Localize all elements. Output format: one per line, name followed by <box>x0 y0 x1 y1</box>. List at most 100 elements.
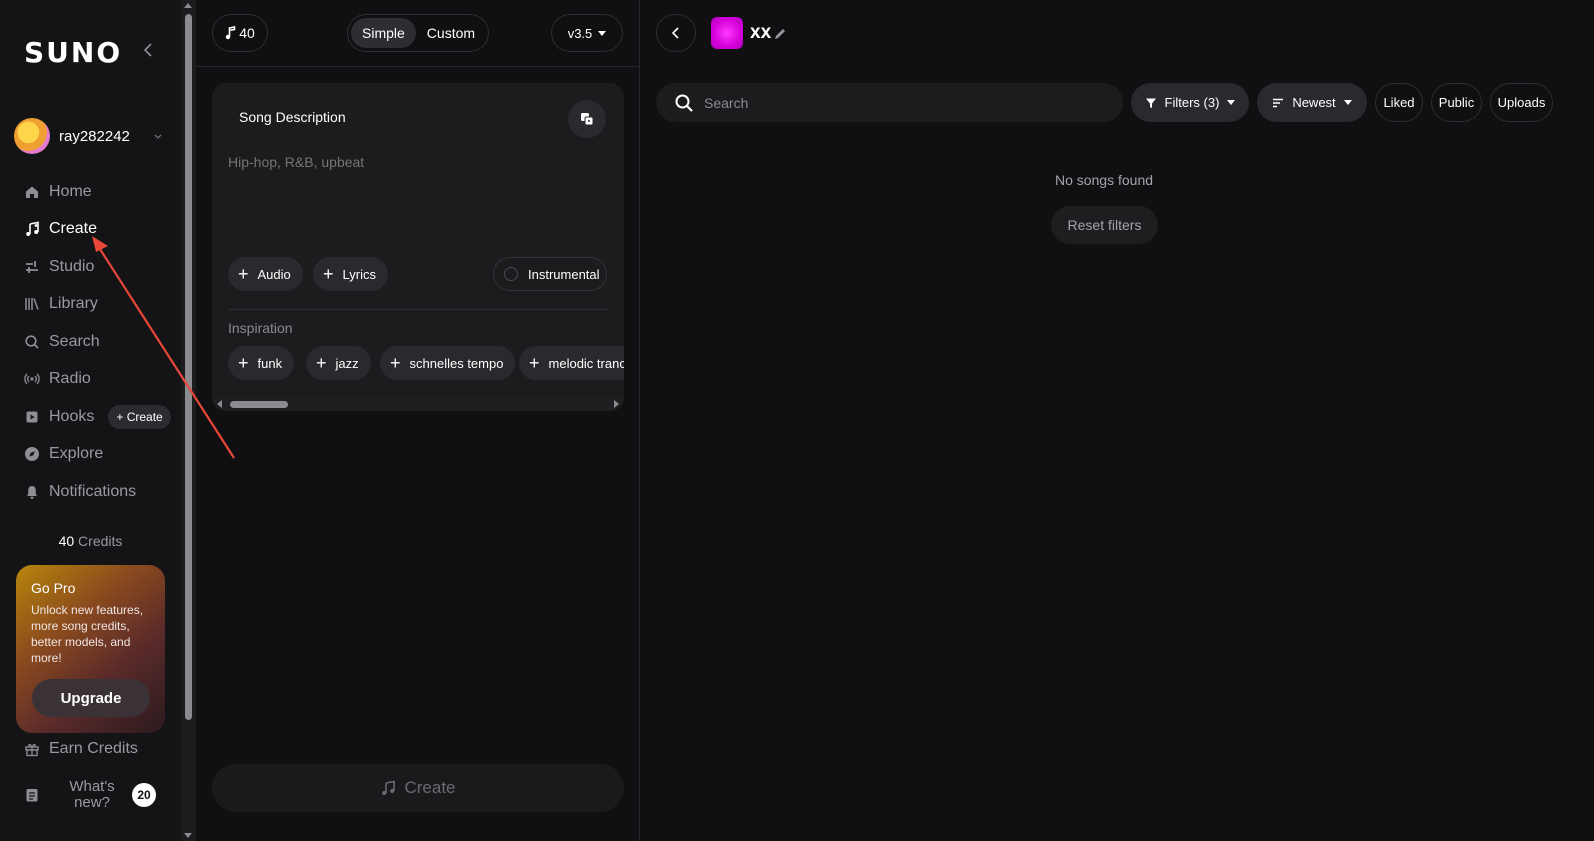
dice-icon <box>581 113 594 126</box>
inspiration-tag[interactable]: + schnelles tempo <box>380 346 516 380</box>
filters-button[interactable]: Filters (3) <box>1131 83 1249 122</box>
filters-label: Filters (3) <box>1164 95 1220 110</box>
scroll-down-arrow[interactable] <box>184 833 192 838</box>
mode-toggle: Simple Custom <box>347 14 489 52</box>
upgrade-button[interactable]: Upgrade <box>32 679 150 717</box>
chevron-down-icon <box>154 134 162 139</box>
mode-simple-tab[interactable]: Simple <box>351 18 416 48</box>
chevron-left-icon <box>671 27 679 39</box>
scroll-left-arrow[interactable] <box>217 400 222 408</box>
search-input[interactable] <box>704 94 1104 111</box>
sidebar-item-label: Hooks <box>49 407 95 425</box>
music-note-icon <box>382 780 396 795</box>
reset-filters-button[interactable]: Reset filters <box>1051 206 1158 244</box>
inspiration-tag-label: melodic trance <box>548 355 624 371</box>
workspace-title[interactable]: xx <box>750 22 771 44</box>
sidebar-item-notifications[interactable]: Notifications <box>0 473 181 511</box>
sidebar-item-label: Radio <box>49 370 91 388</box>
instrumental-toggle[interactable]: Instrumental <box>493 257 607 291</box>
model-version-select[interactable]: v3.5 <box>551 14 623 52</box>
sidebar-item-label: Studio <box>49 257 95 275</box>
search-bar <box>656 83 1123 122</box>
inspiration-scrollbar[interactable] <box>212 397 624 411</box>
song-description-card: Song Description + Audio + Lyrics Instru… <box>212 83 624 411</box>
studio-icon <box>26 260 38 273</box>
hooks-create-button[interactable]: + Create <box>108 404 171 429</box>
earn-credits-link[interactable]: Earn Credits <box>24 740 138 758</box>
sidebar-nav: Home Create Studio Library Search Radio … <box>0 173 181 511</box>
credits-counter: 40 Credits <box>0 533 181 549</box>
sidebar-item-studio[interactable]: Studio <box>0 248 181 286</box>
plus-icon: + <box>390 353 401 373</box>
bell-icon <box>27 485 37 499</box>
music-note-icon <box>226 26 236 40</box>
caret-down-icon <box>1343 100 1352 105</box>
sidebar-item-home[interactable]: Home <box>0 173 181 211</box>
earn-credits-label: Earn Credits <box>49 740 138 757</box>
scrollbar-thumb[interactable] <box>230 401 288 408</box>
add-audio-button[interactable]: + Audio <box>228 257 303 291</box>
create-song-label: Create <box>404 778 456 797</box>
scroll-right-arrow[interactable] <box>614 400 619 408</box>
sidebar-item-hooks[interactable]: Hooks + Create <box>0 398 181 436</box>
sidebar-item-label: Explore <box>49 445 104 463</box>
inspiration-tag[interactable]: + funk <box>228 346 295 380</box>
random-dice-button[interactable] <box>568 100 606 138</box>
caret-down-icon <box>598 30 607 36</box>
pencil-icon[interactable] <box>773 27 787 41</box>
go-pro-card: Go Pro Unlock new features, more song cr… <box>16 565 165 733</box>
instrumental-label: Instrumental <box>528 266 600 282</box>
create-panel: 40 Simple Custom v3.5 Song Description +… <box>196 0 640 841</box>
compass-icon <box>25 447 39 462</box>
credits-label: Credits <box>78 533 123 549</box>
suno-logo[interactable]: SUNO <box>24 36 122 69</box>
scroll-up-arrow[interactable] <box>184 3 192 8</box>
sort-button[interactable]: Newest <box>1257 83 1367 122</box>
credits-pill[interactable]: 40 <box>212 14 268 52</box>
collapse-sidebar-icon[interactable] <box>140 38 158 62</box>
inspiration-tag-label: funk <box>257 355 283 371</box>
back-button[interactable] <box>656 14 696 52</box>
inspiration-title: Inspiration <box>228 320 293 336</box>
sidebar-item-radio[interactable]: Radio <box>0 361 181 399</box>
plus-icon: + <box>316 353 327 373</box>
uploads-filter-button[interactable]: Uploads <box>1490 83 1553 122</box>
create-song-button[interactable]: Create <box>212 764 624 812</box>
go-pro-text: Unlock new features, more song credits, … <box>31 603 144 665</box>
filter-icon <box>1145 98 1156 108</box>
divider <box>228 309 608 310</box>
credits-pill-value: 40 <box>239 25 255 41</box>
liked-filter-button[interactable]: Liked <box>1375 83 1423 122</box>
username: ray282242 <box>59 127 130 145</box>
sidebar-item-label: Home <box>49 182 92 200</box>
document-icon <box>26 789 38 802</box>
inspiration-tag-label: jazz <box>335 355 359 371</box>
sidebar-item-label: Notifications <box>49 482 137 500</box>
mode-custom-tab[interactable]: Custom <box>416 18 486 48</box>
sidebar-item-library[interactable]: Library <box>0 286 181 324</box>
inspiration-tag[interactable]: + melodic trance <box>519 346 624 380</box>
add-lyrics-button[interactable]: + Lyrics <box>313 257 388 291</box>
sidebar-scrollbar[interactable] <box>181 0 196 841</box>
public-filter-button[interactable]: Public <box>1431 83 1482 122</box>
hooks-icon <box>26 411 38 423</box>
user-menu[interactable]: ray282242 <box>14 118 164 154</box>
lyrics-label: Lyrics <box>342 266 376 282</box>
library-icon <box>25 298 39 311</box>
song-description-title: Song Description <box>239 109 346 125</box>
whats-new-label: What's new? <box>69 778 115 811</box>
sidebar-item-search[interactable]: Search <box>0 323 181 361</box>
sidebar-item-create[interactable]: Create <box>0 211 181 249</box>
whats-new-link[interactable]: What's new? 20 <box>24 778 164 812</box>
empty-state-message: No songs found <box>1054 172 1154 188</box>
create-toolbar: 40 Simple Custom v3.5 <box>196 0 640 67</box>
inspiration-tag[interactable]: + jazz <box>306 346 371 380</box>
workspace-panel: xx Filters (3) Newest Liked Public Uploa… <box>640 0 1594 841</box>
scrollbar-thumb[interactable] <box>185 14 192 720</box>
credits-count: 40 <box>58 533 75 549</box>
sort-label: Newest <box>1292 95 1336 110</box>
sidebar-item-explore[interactable]: Explore <box>0 436 181 474</box>
home-icon <box>26 186 38 198</box>
song-description-input[interactable] <box>228 154 608 234</box>
music-note-icon <box>26 221 39 237</box>
